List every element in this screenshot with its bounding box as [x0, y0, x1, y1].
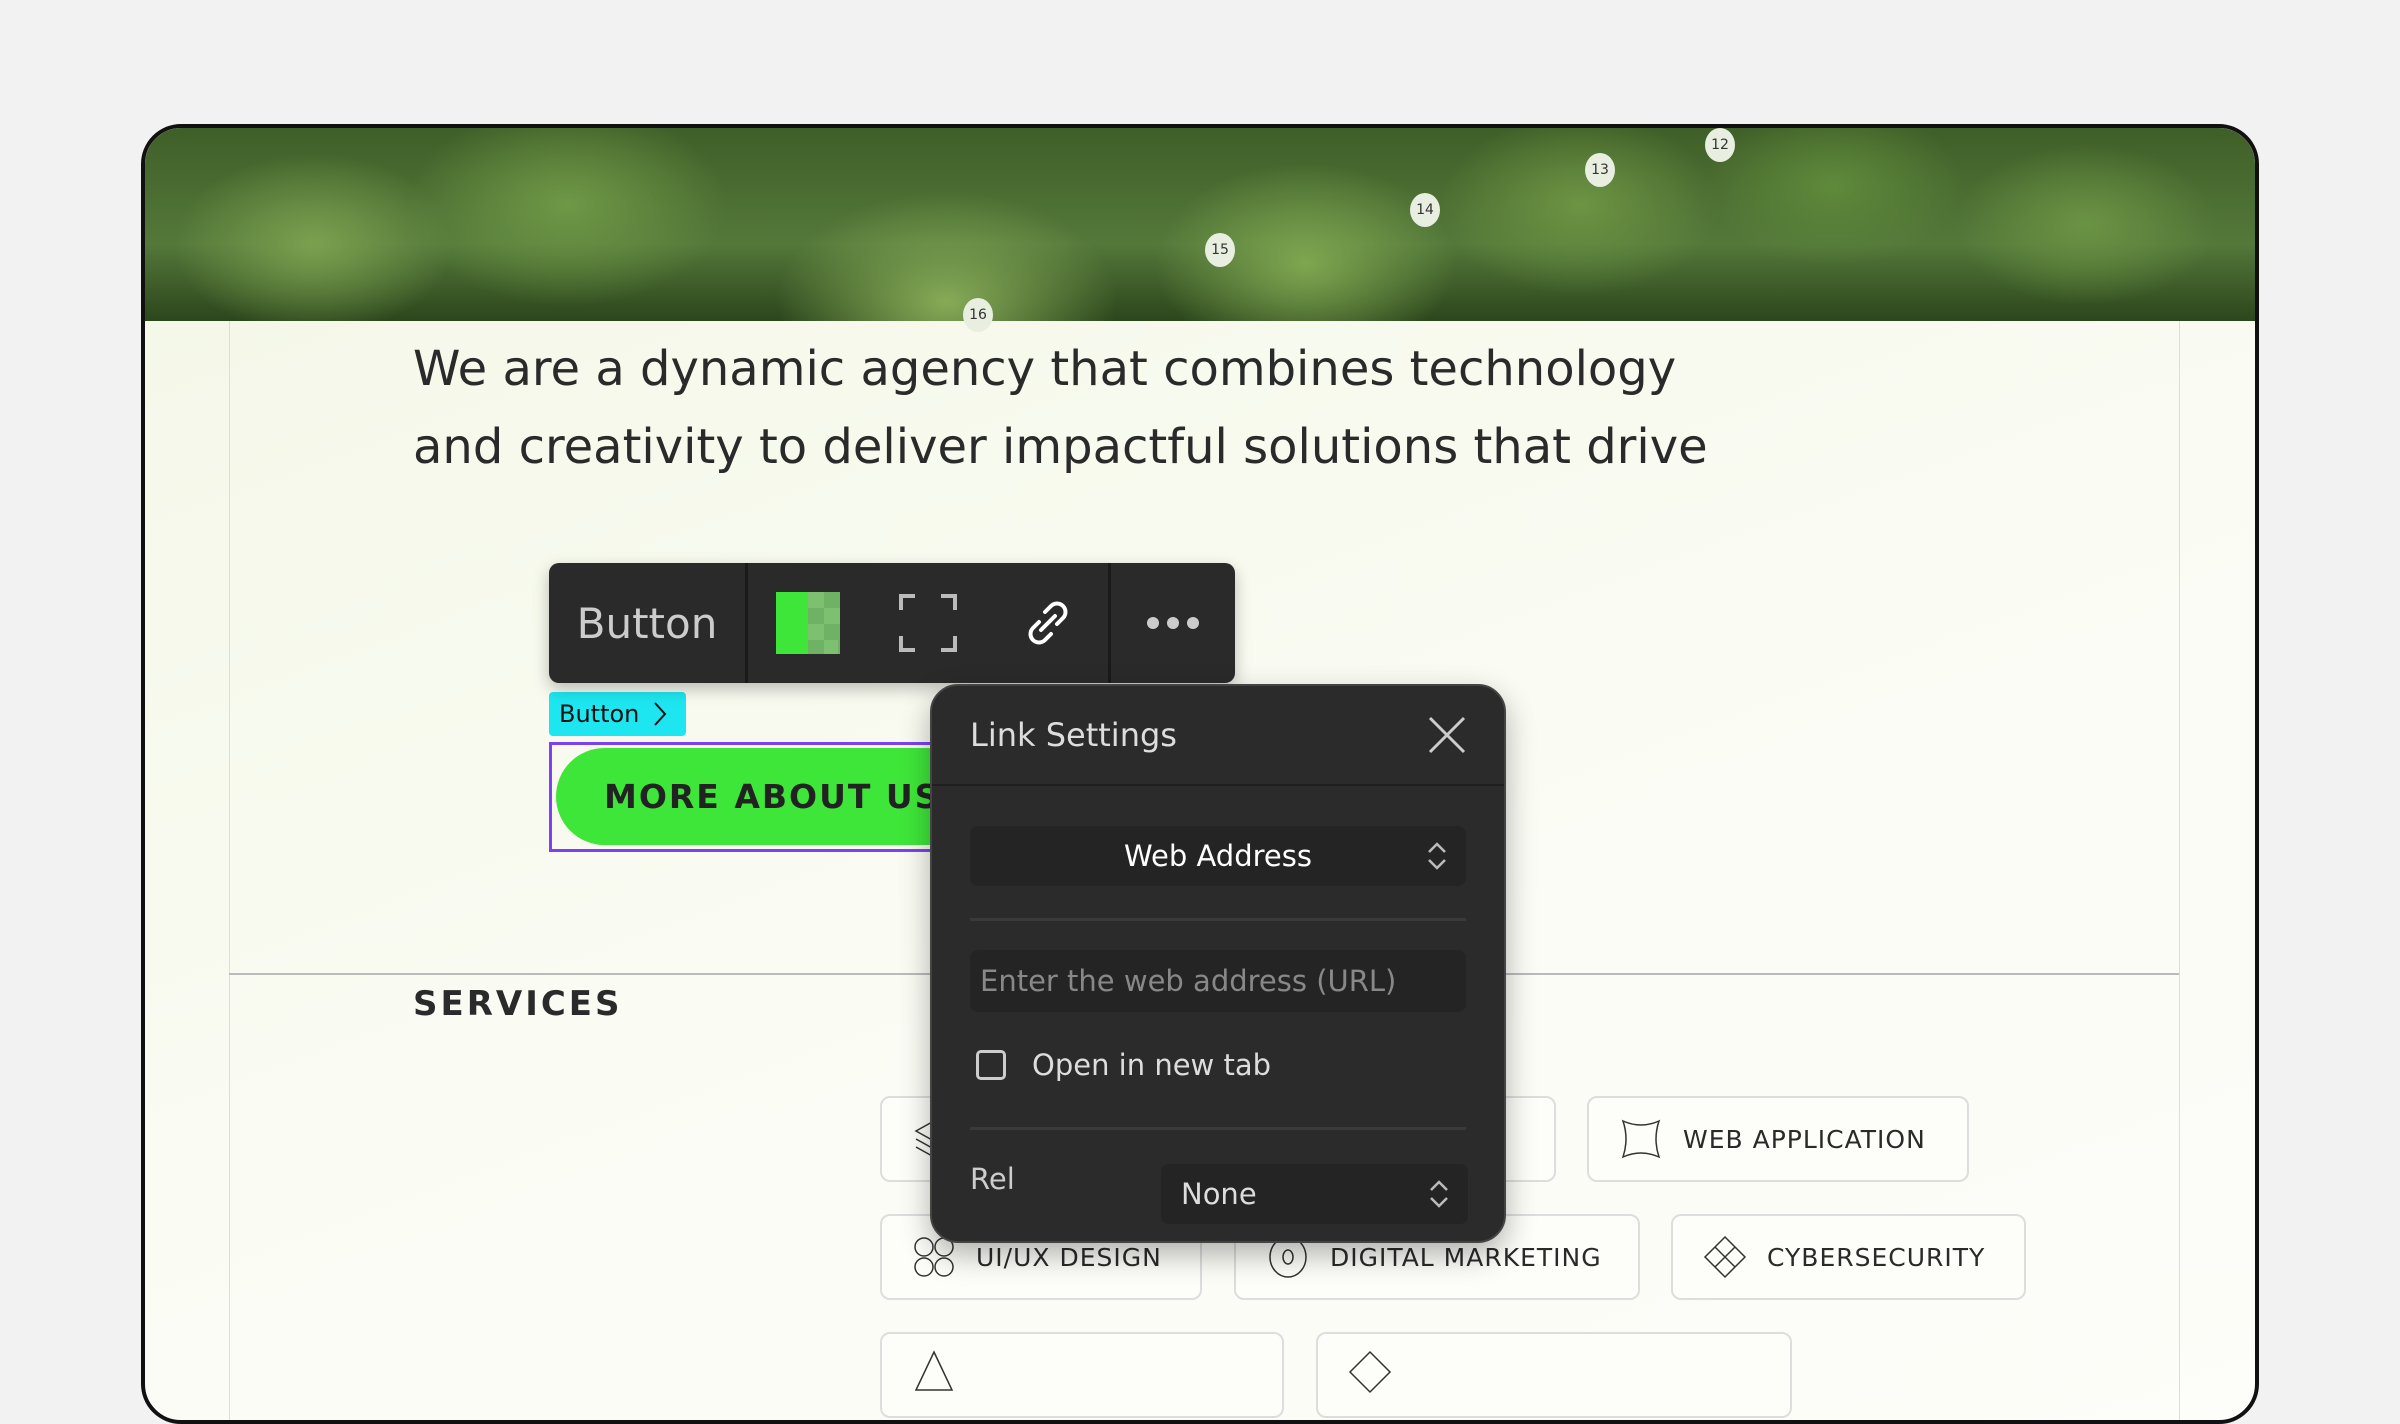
link-type-value: Web Address	[1124, 839, 1312, 873]
color-swatch-icon	[776, 592, 840, 654]
column-guide	[229, 321, 230, 1420]
service-chip-cybersecurity[interactable]: CYBERSECURITY	[1671, 1214, 2026, 1300]
service-chip[interactable]	[880, 1332, 1284, 1418]
diamond-icon	[1348, 1350, 1392, 1394]
more-options-button[interactable]	[1111, 563, 1235, 683]
open-new-tab-label: Open in new tab	[1032, 1048, 1272, 1082]
url-input[interactable]: Enter the web address (URL)	[970, 950, 1466, 1012]
panel-separator	[970, 1127, 1466, 1130]
rel-value: None	[1181, 1177, 1257, 1211]
services-heading: SERVICES	[413, 984, 623, 1024]
rel-label: Rel	[970, 1162, 1015, 1196]
seat-number: 15	[1205, 233, 1235, 267]
diamond-grid-icon	[1703, 1235, 1747, 1279]
more-icon	[1147, 617, 1199, 629]
element-breadcrumb[interactable]: Button	[549, 692, 686, 736]
more-about-us-button[interactable]: MORE ABOUT US	[556, 748, 976, 845]
link-icon	[1028, 601, 1068, 645]
breadcrumb-label: Button	[559, 700, 640, 728]
panel-title: Link Settings	[970, 716, 1177, 754]
link-settings-panel: Link Settings Web Address Enter the web …	[930, 684, 1506, 1243]
seat-number: 14	[1410, 193, 1440, 227]
seat-number: 12	[1705, 128, 1735, 162]
open-new-tab-option[interactable]: Open in new tab	[976, 1048, 1271, 1082]
frame-icon	[1621, 1119, 1661, 1159]
seat-number: 13	[1585, 153, 1615, 187]
resize-icon	[899, 594, 957, 652]
chevron-right-icon	[654, 702, 667, 726]
element-type-label: Button	[576, 598, 718, 648]
column-guide	[2179, 321, 2180, 1420]
paragraph-line: and creativity to deliver impactful solu…	[413, 419, 1708, 475]
paragraph-line: We are a dynamic agency that combines te…	[413, 341, 1677, 397]
url-placeholder: Enter the web address (URL)	[980, 964, 1397, 998]
element-toolbar: Button	[549, 563, 1235, 683]
open-new-tab-checkbox[interactable]	[976, 1050, 1006, 1080]
chevron-updown-icon	[1430, 1180, 1448, 1208]
chevron-updown-icon	[1428, 842, 1446, 870]
link-button[interactable]	[988, 563, 1108, 683]
panel-separator	[970, 918, 1466, 921]
link-type-select[interactable]: Web Address	[970, 826, 1466, 886]
close-icon[interactable]	[1428, 716, 1466, 754]
service-chip-web-application[interactable]: WEB APPLICATION	[1587, 1096, 1969, 1182]
triangle-icon	[914, 1350, 954, 1391]
intro-paragraph: We are a dynamic agency that combines te…	[413, 330, 1813, 486]
rel-select[interactable]: None	[1161, 1164, 1468, 1224]
service-chip[interactable]	[1316, 1332, 1792, 1418]
color-button[interactable]	[748, 563, 868, 683]
panel-header: Link Settings	[932, 686, 1504, 786]
resize-button[interactable]	[868, 563, 988, 683]
seat-number: 16	[963, 298, 993, 332]
hero-image-stadium-seats: 16 15 14 13 12	[145, 128, 2255, 332]
